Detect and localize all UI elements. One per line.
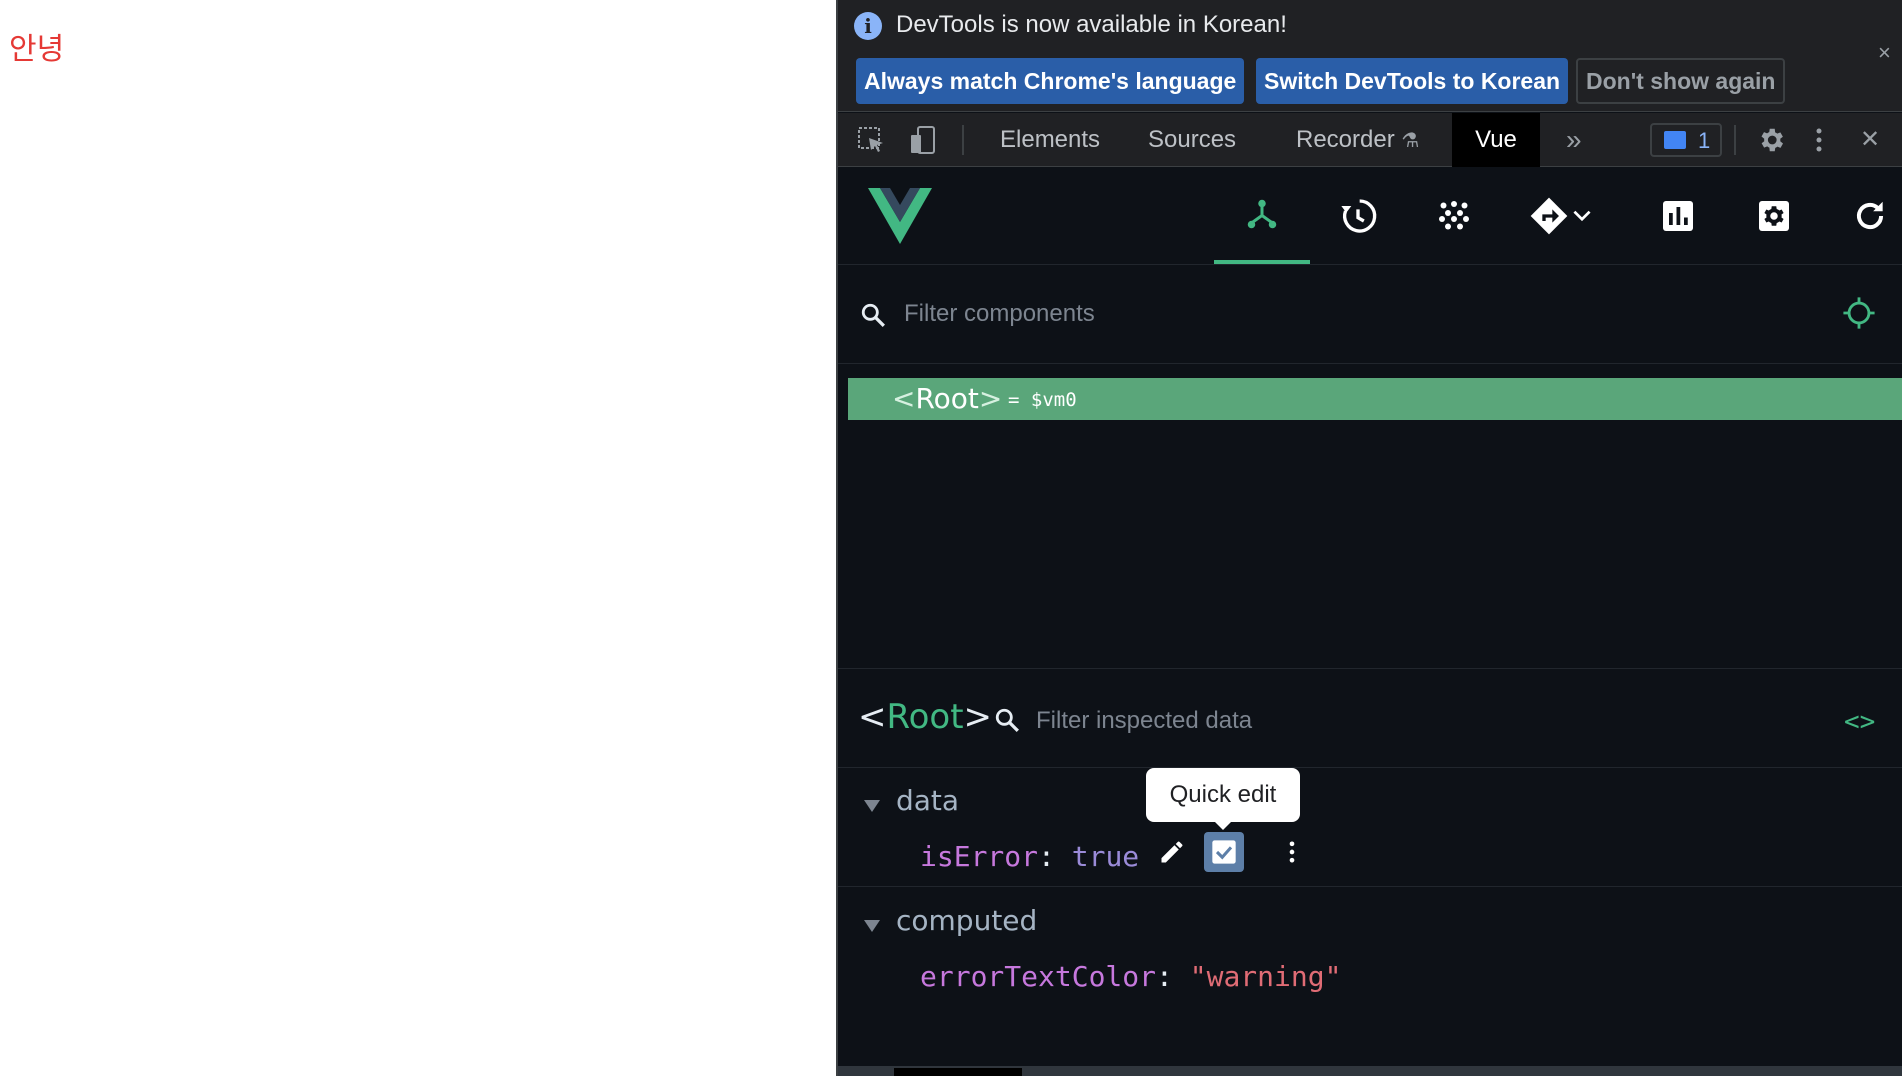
devtools-panel: i DevTools is now available in Korean! ×…	[836, 0, 1902, 1076]
refresh-icon[interactable]	[1822, 168, 1902, 264]
prop-value: true	[1071, 840, 1140, 873]
language-infobar: i DevTools is now available in Korean! ×…	[838, 0, 1902, 112]
infobar-message: DevTools is now available in Korean!	[896, 11, 1287, 38]
settings-gear-icon[interactable]	[1756, 125, 1786, 155]
dont-show-again-button[interactable]: Don't show again	[1576, 58, 1786, 104]
switch-to-korean-button[interactable]: Switch DevTools to Korean	[1256, 58, 1569, 104]
components-icon[interactable]	[1214, 168, 1310, 264]
more-actions-icon[interactable]	[1278, 838, 1306, 871]
device-toolbar-icon[interactable]	[908, 125, 938, 155]
more-tabs-icon[interactable]: »	[1554, 113, 1594, 167]
computed-prop-row: errorTextColor: "warning"	[920, 960, 1342, 993]
filter-components-input[interactable]	[904, 294, 1784, 334]
toolbar-divider	[962, 125, 964, 155]
scrollbar-thumb[interactable]	[894, 1068, 1022, 1076]
component-filter-bar	[838, 266, 1902, 364]
timeline-icon[interactable]	[1310, 168, 1406, 264]
filter-inspected-data-input[interactable]	[1036, 701, 1736, 741]
kebab-menu-icon[interactable]	[1804, 125, 1834, 155]
vue-logo-icon	[868, 188, 932, 249]
close-infobar-icon[interactable]: ×	[1878, 40, 1891, 66]
edit-pencil-icon[interactable]	[1158, 838, 1186, 871]
open-in-editor-icon[interactable]: <>	[1844, 707, 1875, 737]
tree-node-tag: <Root>	[892, 382, 1003, 415]
tab-recorder-label: Recorder	[1296, 126, 1395, 153]
search-icon	[994, 707, 1020, 738]
router-icon[interactable]	[1502, 168, 1622, 264]
vm-reference: = $vm0	[1008, 389, 1077, 411]
data-section: data isError: true	[838, 784, 1902, 884]
computed-section: computed errorTextColor: "warning"	[838, 904, 1902, 1004]
horizontal-scrollbar[interactable]	[838, 1066, 1902, 1076]
inspected-component-title: <Root>	[858, 697, 993, 737]
issues-badge[interactable]: 1	[1650, 123, 1722, 157]
collapse-caret-icon[interactable]	[864, 920, 880, 932]
issues-count: 1	[1698, 128, 1711, 153]
greeting-text: 안녕	[9, 32, 65, 67]
section-title-computed[interactable]: computed	[896, 904, 1037, 937]
prop-key: errorTextColor	[920, 960, 1157, 993]
tab-sources[interactable]: Sources	[1136, 113, 1248, 167]
inspector-header: <Root> <>	[838, 668, 1902, 768]
always-match-language-button[interactable]: Always match Chrome's language	[856, 58, 1245, 104]
vue-devtools-header	[838, 168, 1902, 265]
quick-edit-checkbox-icon[interactable]	[1204, 832, 1244, 872]
tab-vue[interactable]: Vue	[1452, 113, 1540, 167]
performance-icon[interactable]	[1630, 168, 1726, 264]
section-title-data[interactable]: data	[896, 784, 959, 817]
inspect-element-icon[interactable]	[856, 125, 886, 155]
section-divider	[838, 886, 1902, 887]
prop-value: "warning"	[1189, 960, 1342, 993]
issues-icon	[1664, 131, 1686, 149]
app-page: 안녕	[0, 0, 836, 1076]
devtools-tabbar: Elements Sources Recorder ⚗ Vue » 1 ✕	[838, 113, 1902, 167]
quick-edit-tooltip: Quick edit	[1146, 768, 1300, 830]
tab-recorder[interactable]: Recorder ⚗	[1284, 113, 1431, 167]
pinia-icon[interactable]	[1406, 168, 1502, 264]
info-icon: i	[854, 12, 882, 40]
tab-elements[interactable]: Elements	[988, 113, 1112, 167]
close-devtools-icon[interactable]: ✕	[1860, 113, 1880, 167]
flask-icon: ⚗	[1401, 130, 1420, 152]
settings-icon[interactable]	[1726, 168, 1822, 264]
search-icon	[860, 302, 886, 333]
collapse-caret-icon[interactable]	[864, 800, 880, 812]
tree-node-root[interactable]: <Root> = $vm0	[848, 378, 1902, 420]
toolbar-divider	[1734, 125, 1736, 155]
chevron-down-icon[interactable]	[1569, 203, 1595, 229]
select-component-target-icon[interactable]	[1842, 296, 1876, 335]
data-prop-row: isError: true	[920, 840, 1140, 873]
prop-key: isError	[920, 840, 1039, 873]
